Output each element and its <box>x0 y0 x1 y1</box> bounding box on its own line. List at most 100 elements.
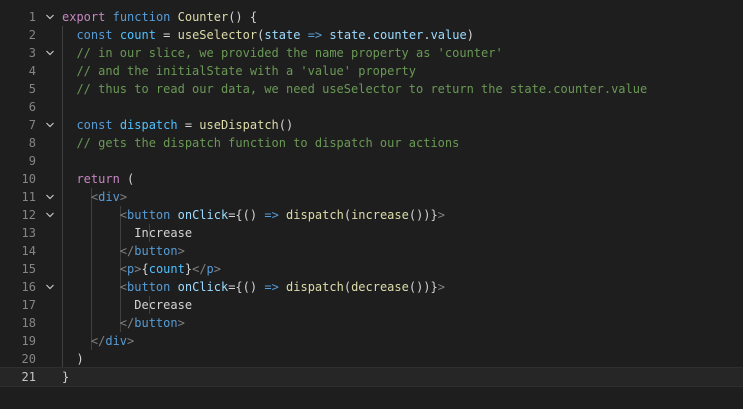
code-token: dispatch <box>286 280 344 294</box>
line-number[interactable]: 12 <box>0 206 36 224</box>
code-text[interactable]: <div> <box>62 188 127 206</box>
line-number[interactable]: 10 <box>0 170 36 188</box>
chevron-down-icon[interactable] <box>44 8 56 26</box>
code-line[interactable]: 2 const count = useSelector(state => sta… <box>0 26 743 44</box>
code-line[interactable]: 13 Increase <box>0 224 743 242</box>
line-number[interactable]: 5 <box>0 80 36 98</box>
code-text[interactable]: const count = useSelector(state => state… <box>62 26 474 44</box>
code-text[interactable]: // thus to read our data, we need useSel… <box>62 80 647 98</box>
code-token: () <box>278 118 294 132</box>
code-token: Counter <box>177 10 229 24</box>
line-number[interactable]: 21 <box>0 368 36 386</box>
line-number[interactable]: 4 <box>0 62 36 80</box>
code-line[interactable]: 21} <box>0 367 743 387</box>
code-token: = <box>177 118 200 132</box>
code-text[interactable]: </button> <box>62 314 185 332</box>
code-line[interactable]: 8 // gets the dispatch function to dispa… <box>0 134 743 152</box>
code-text[interactable]: <p>{count}</p> <box>62 260 221 278</box>
code-token: useDispatch <box>199 118 279 132</box>
code-text[interactable]: // in our slice, we provided the name pr… <box>62 44 502 62</box>
code-token: // and the initialState with a 'value' p… <box>76 64 417 78</box>
code-token: ={ <box>228 280 243 294</box>
code-text[interactable]: // gets the dispatch function to dispatc… <box>62 134 459 152</box>
code-line[interactable]: 11 <div> <box>0 188 743 206</box>
code-token: div <box>105 334 128 348</box>
code-token: > <box>213 262 222 276</box>
line-number[interactable]: 2 <box>0 26 36 44</box>
code-text[interactable]: return ( <box>62 170 134 188</box>
code-token: // thus to read our data, we need useSel… <box>76 82 648 96</box>
code-line[interactable]: 16 <button onClick={() => dispatch(decre… <box>0 278 743 296</box>
chevron-down-icon[interactable] <box>44 206 56 224</box>
code-line[interactable]: 10 return ( <box>0 170 743 188</box>
indent-guide <box>62 152 63 170</box>
line-number[interactable]: 20 <box>0 350 36 368</box>
code-token: > <box>437 208 446 222</box>
chevron-down-icon[interactable] <box>44 278 56 296</box>
code-text[interactable]: <button onClick={() => dispatch(increase… <box>62 206 445 224</box>
code-text[interactable]: Increase <box>62 224 192 242</box>
code-text[interactable]: </div> <box>62 332 134 350</box>
code-text[interactable]: ) <box>62 350 84 368</box>
code-line[interactable]: 9 <box>0 152 743 170</box>
line-number[interactable]: 19 <box>0 332 36 350</box>
code-text[interactable]: } <box>62 368 69 386</box>
code-line[interactable]: 6 <box>0 98 743 116</box>
code-token: < <box>119 208 128 222</box>
line-number[interactable]: 15 <box>0 260 36 278</box>
code-line[interactable]: 1 export function Counter() { <box>0 8 743 26</box>
code-line[interactable]: 3 // in our slice, we provided the name … <box>0 44 743 62</box>
code-token: button <box>127 208 171 222</box>
code-token: function <box>112 10 171 24</box>
code-token: // gets the dispatch function to dispatc… <box>76 136 460 150</box>
code-line[interactable]: 12 <button onClick={() => dispatch(incre… <box>0 206 743 224</box>
code-token: () <box>242 280 258 294</box>
chevron-down-icon[interactable] <box>44 188 56 206</box>
code-text[interactable]: <button onClick={() => dispatch(decrease… <box>62 278 445 296</box>
line-number[interactable]: 7 <box>0 116 36 134</box>
line-number[interactable]: 6 <box>0 98 36 116</box>
code-line[interactable]: 20 ) <box>0 350 743 368</box>
code-line[interactable]: 7 const dispatch = useDispatch() <box>0 116 743 134</box>
code-token: Increase <box>134 226 193 240</box>
code-line[interactable]: 17 Decrease <box>0 296 743 314</box>
line-number[interactable]: 14 <box>0 242 36 260</box>
code-token: button <box>127 280 171 294</box>
code-text[interactable]: export function Counter() { <box>62 8 257 26</box>
code-line[interactable]: 15 <p>{count}</p> <box>0 260 743 278</box>
code-text[interactable]: </button> <box>62 242 185 260</box>
code-line[interactable]: 5 // thus to read our data, we need useS… <box>0 80 743 98</box>
chevron-down-icon[interactable] <box>44 116 56 134</box>
code-text[interactable]: Decrease <box>62 296 192 314</box>
code-text[interactable]: // and the initialState with a 'value' p… <box>62 62 416 80</box>
line-number[interactable]: 16 <box>0 278 36 296</box>
line-number[interactable]: 9 <box>0 152 36 170</box>
code-editor[interactable]: 1 export function Counter() {2 const coun… <box>0 0 743 409</box>
line-number[interactable]: 8 <box>0 134 36 152</box>
code-text[interactable]: const dispatch = useDispatch() <box>62 116 293 134</box>
line-number[interactable]: 1 <box>0 8 36 26</box>
code-token: div <box>98 190 120 204</box>
code-token: ) <box>76 352 84 366</box>
line-number[interactable]: 18 <box>0 314 36 332</box>
line-number[interactable]: 17 <box>0 296 36 314</box>
code-token: } <box>184 262 193 276</box>
code-token: > <box>177 316 185 330</box>
line-number[interactable]: 11 <box>0 188 36 206</box>
chevron-down-icon[interactable] <box>44 44 56 62</box>
code-line[interactable]: 14 </button> <box>0 242 743 260</box>
code-line[interactable]: 18 </button> <box>0 314 743 332</box>
code-token: () <box>242 208 258 222</box>
code-line[interactable]: 19 </div> <box>0 332 743 350</box>
code-token: < <box>119 262 128 276</box>
line-number[interactable]: 13 <box>0 224 36 242</box>
code-line[interactable]: 4 // and the initialState with a 'value'… <box>0 62 743 80</box>
code-token: ) <box>466 28 474 42</box>
line-number[interactable]: 3 <box>0 44 36 62</box>
